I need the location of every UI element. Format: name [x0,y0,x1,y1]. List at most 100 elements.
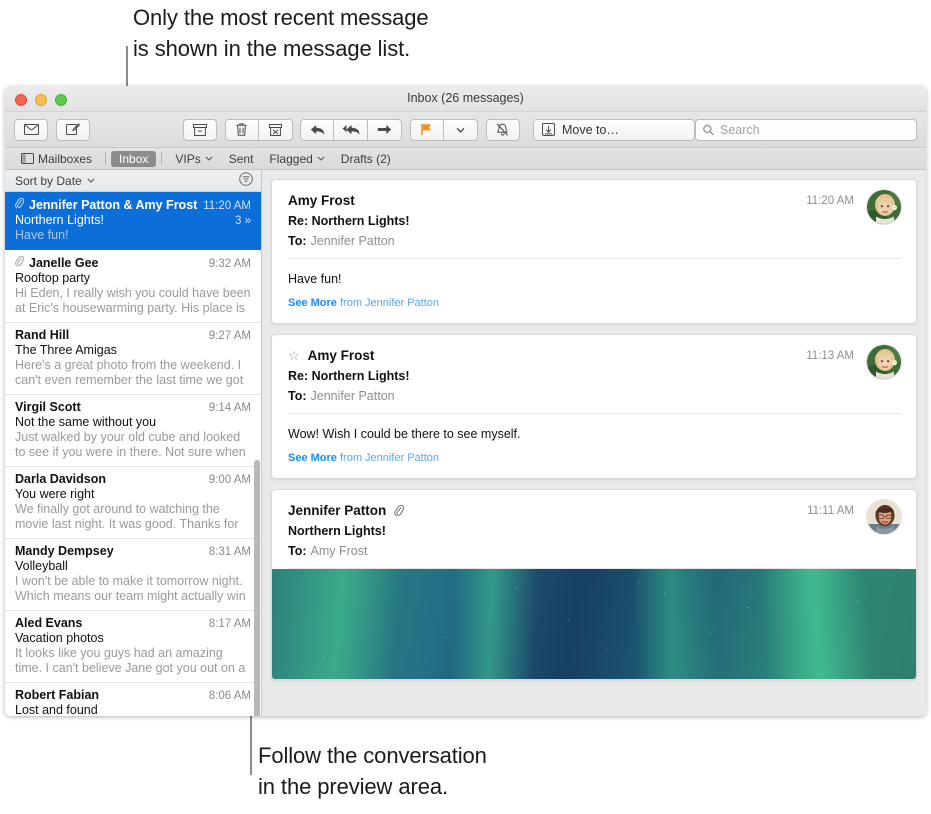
compose-button[interactable] [55,118,90,141]
conversation-message-card[interactable]: Amy Frost 11:20 AM Re: Northern Lights! To:… [271,179,917,324]
message-row-subject: Volleyball [15,559,68,573]
move-to-button[interactable]: Move to… [532,118,695,141]
message-card-sender: Amy Frost [307,348,375,363]
reply-all-icon [342,124,360,135]
message-row-snippet: Just walked by your old cube and looked … [15,430,246,459]
search-input[interactable] [720,122,909,137]
forward-button[interactable] [368,118,403,141]
message-row-sender: Aled Evans [15,616,83,630]
mute-button[interactable] [485,118,520,141]
sort-by-dropdown[interactable]: Sort by Date [15,174,95,188]
message-list-row[interactable]: Rand Hill 9:27 AM The Three Amigas Here's a… [5,323,261,395]
mailboxes-label: Mailboxes [38,151,93,166]
message-list-pane: Sort by Date Jennifer Patton & Amy Frost… [5,170,262,716]
sort-bar: Sort by Date [5,170,261,192]
message-list-row[interactable]: Mandy Dempsey 8:31 AM Volleyball I won't be… [5,539,261,611]
junk-button[interactable] [258,118,293,141]
message-card-header: Amy Frost 11:20 AM Re: Northern Lights! To:… [272,180,916,258]
message-row-subject: The Three Amigas [15,343,117,357]
message-card-recipient: To: Amy Frost [288,544,368,558]
message-list-scrollbar[interactable] [254,460,260,716]
favorite-item-sent[interactable]: Sent [221,151,262,167]
archive-icon [193,123,208,136]
reply-all-button[interactable] [334,118,369,141]
conversation-message-card[interactable]: ☆ Amy Frost 11:13 AM Re: Northern Lights! To… [271,334,917,479]
see-more-link[interactable]: See More from Jennifer Patton [288,297,900,309]
message-row-time: 11:20 AM [203,200,251,212]
message-card-time: 11:11 AM [807,505,854,517]
window-body: Sort by Date Jennifer Patton & Amy Frost… [5,170,926,716]
conversation-message-card[interactable]: Jennifer Patton 11:11 AM Northern Lights! T… [271,489,917,680]
favorite-item-flagged[interactable]: Flagged [261,151,332,167]
favorite-item-vips[interactable]: VIPs [167,151,220,167]
message-row-snippet: Have fun! [15,228,69,242]
vip-star-icon[interactable]: ☆ [288,349,300,362]
message-card-time: 11:20 AM [806,195,854,207]
trash-icon [236,123,247,136]
flag-icon [421,124,432,135]
message-list-row[interactable]: Darla Davidson 9:00 AM You were right We fi… [5,467,261,539]
favorites-separator [105,152,107,165]
message-list-row[interactable]: Robert Fabian8:06 AMLost and foundHi eve… [5,683,261,716]
callout-top-text: Only the most recent message is shown in… [133,5,429,61]
reply-icon [310,124,325,135]
favorite-item-label: Sent [228,151,254,166]
attachment-icon [15,255,24,267]
toolbar: Move to… [5,112,926,148]
flag-button[interactable] [409,118,444,141]
message-list-row[interactable]: Janelle Gee 9:32 AM Rooftop party Hi Eden, … [5,250,261,323]
message-row-subject-line: Northern Lights! 3 » [15,213,251,227]
filter-button[interactable] [239,172,253,189]
message-row-subject: Lost and found [15,703,98,716]
filter-icon [239,172,253,186]
mail-window: Inbox (26 messages) Move to… Search Mail… [5,86,926,716]
message-row-header: Jennifer Patton & Amy Frost 11:20 AM [15,197,251,212]
message-list-row[interactable]: Aled Evans 8:17 AM Vacation photos It looks… [5,611,261,683]
message-card-body: Have fun! See More from Jennifer Patton [272,259,916,323]
message-row-header: Janelle Gee 9:32 AM [15,255,251,270]
chevron-down-icon [456,127,465,133]
chevron-down-icon [317,156,325,161]
search-icon [703,124,714,135]
message-card-subject: Re: Northern Lights! [288,214,410,228]
message-rows: Jennifer Patton & Amy Frost 11:20 AM North… [5,192,261,716]
message-card-recipient: To: Jennifer Patton [288,389,395,403]
message-card-sender: Jennifer Patton [288,503,387,518]
message-row-subject-line: The Three Amigas [15,343,251,357]
search-field[interactable] [694,118,917,141]
message-list-row[interactable]: Jennifer Patton & Amy Frost 11:20 AM North… [5,192,261,250]
message-row-snippet: Here's a great photo from the weekend. I… [15,358,244,387]
message-card-body-text: Wow! Wish I could be there to see myself… [288,427,521,441]
avatar-amy-frost [866,189,902,225]
message-row-snippet: Hi Eden, I really wish you could have be… [15,286,251,315]
message-preview-pane: Amy Frost 11:20 AM Re: Northern Lights! To:… [262,170,926,716]
message-row-sender: Janelle Gee [29,256,99,270]
avatar-jennifer-patton [866,499,902,535]
message-row-subject: You were right [15,487,95,501]
message-row-snippet: It looks like you guys had an amazing ti… [15,646,246,675]
message-row-snippet: I won't be able to make it tomorrow nigh… [15,574,246,603]
flag-menu-button[interactable] [443,118,478,141]
favorite-item-inbox[interactable]: Inbox [111,150,157,167]
archive-button[interactable] [183,118,218,141]
message-row-time: 9:27 AM [208,330,251,342]
reply-button[interactable] [300,118,335,141]
get-mail-button[interactable] [14,118,48,141]
message-row-header: Aled Evans 8:17 AM [15,616,251,630]
message-row-time: 9:00 AM [208,474,251,486]
attachment-icon[interactable] [394,504,405,517]
message-row-sender: Jennifer Patton & Amy Frost [29,198,198,212]
message-row-sender: Virgil Scott [15,400,81,414]
delete-button[interactable] [224,118,259,141]
mailboxes-toggle[interactable]: Mailboxes [13,151,100,167]
message-row-subject-line: Not the same without you [15,415,251,429]
see-more-link[interactable]: See More from Jennifer Patton [288,452,900,464]
message-row-time: 9:14 AM [208,402,251,414]
message-list-row[interactable]: Virgil Scott 9:14 AM Not the same without … [5,395,261,467]
message-row-sender: Rand Hill [15,328,70,342]
attachment-icon [15,197,24,209]
message-row-time: 8:06 AM [208,690,251,702]
favorite-item-drafts-2[interactable]: Drafts (2) [333,151,399,167]
message-card-body: Wow! Wish I could be there to see myself… [272,414,916,478]
chevron-down-icon [205,156,213,161]
